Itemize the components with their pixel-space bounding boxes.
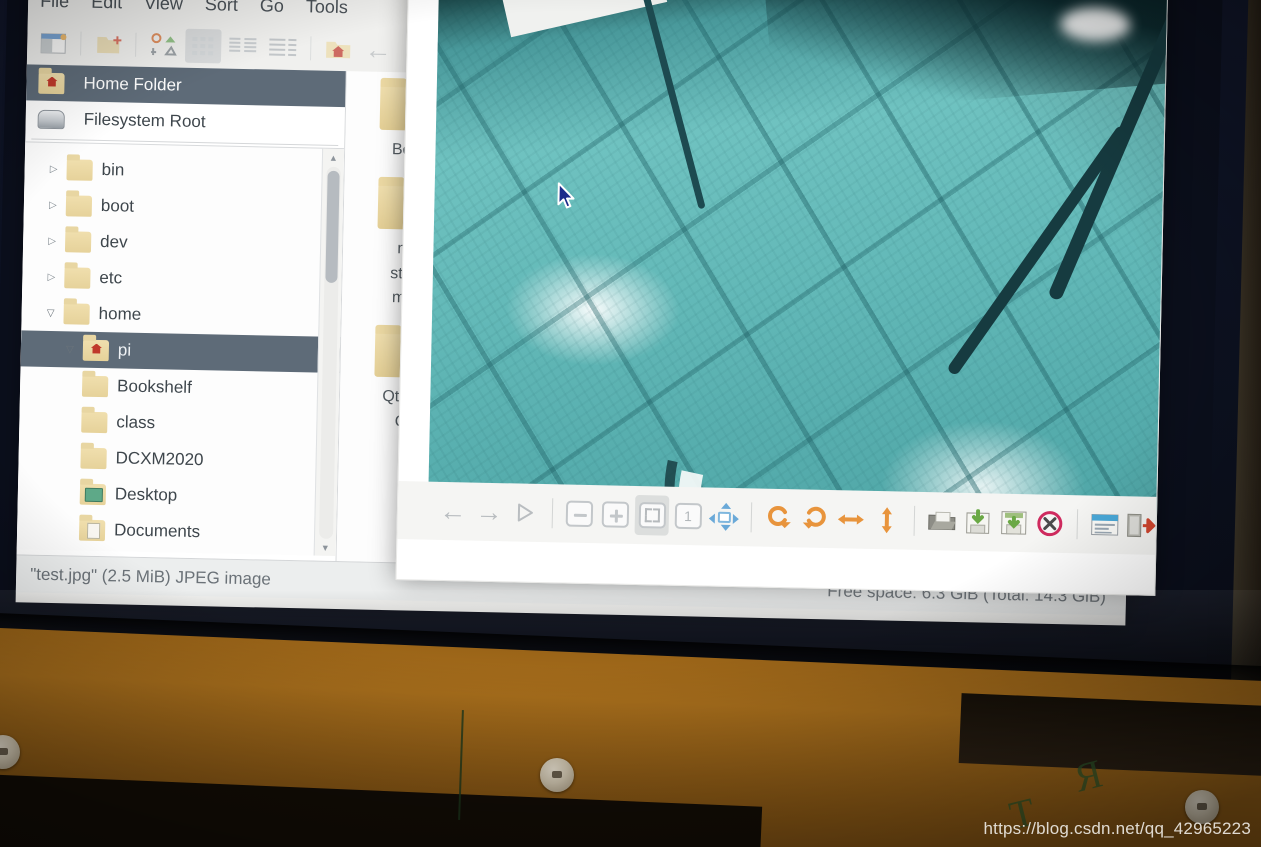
tree-item-label: bin [101,160,125,180]
sidebar-item-label: Filesystem Root [83,109,206,132]
new-window-icon[interactable] [35,26,72,61]
tree-item-label: DCXM2020 [115,448,204,470]
menu-item-sort[interactable]: Sort [204,0,238,25]
toolbar-separator [135,32,137,57]
sidebar-item-filesystem-root[interactable]: Filesystem Root [25,100,345,143]
chevron-down-icon[interactable]: ▽ [57,344,83,356]
detailed-list-view-icon[interactable] [265,30,302,65]
menu-item-edit[interactable]: Edit [91,0,122,22]
sidebar-item-label: Home Folder [83,73,182,95]
status-selection-text: "test.jpg" (2.5 MiB) JPEG image [29,564,272,589]
drive-icon [37,109,65,129]
tree-item-label: pi [117,340,132,360]
tree-item-label: etc [99,267,123,288]
toolbar-separator [913,505,916,536]
rotate-right-icon[interactable] [797,498,832,539]
screw-head [540,758,574,792]
toolbar-separator [551,498,554,529]
tree-item-label: Documents [113,520,201,542]
compact-view-icon[interactable] [225,30,262,65]
folder-icon [66,158,93,181]
new-folder-icon[interactable] [90,27,127,62]
flip-horizontal-icon[interactable] [833,499,868,540]
zoom-out-icon[interactable] [562,493,597,534]
menu-item-view[interactable]: View [144,0,183,24]
icon-options-icon[interactable] [145,28,182,63]
home-folder-icon[interactable] [320,32,357,67]
tree-item-label: home [98,303,142,324]
toolbar-separator [750,502,753,533]
scrollbar-thumb[interactable] [325,170,340,283]
toolbar-separator [310,36,312,61]
previous-image-icon[interactable]: ← [436,491,471,532]
chevron-right-icon[interactable]: ▷ [40,199,66,211]
scroll-up-icon[interactable]: ▲ [323,149,344,167]
menu-item-tools[interactable]: Tools [305,0,348,27]
watermark-text: https://blog.csdn.net/qq_42965223 [983,819,1251,838]
tree-item-label: class [116,412,156,433]
flip-vertical-icon[interactable] [869,500,904,541]
folder-icon [80,447,107,469]
back-arrow-icon[interactable]: ← [360,32,397,67]
image-viewer-window: ← → 1 [395,0,1169,596]
home-folder-icon [82,339,110,361]
chevron-right-icon[interactable]: ▷ [39,235,65,247]
tree-item-documents[interactable]: Documents [17,510,337,553]
documents-folder-icon [78,519,106,541]
open-file-icon[interactable] [924,501,959,542]
image-canvas[interactable] [427,0,1169,529]
places-list: Home Folder Filesystem Root [25,64,346,146]
quit-icon[interactable] [1123,505,1158,546]
desk-gap [958,693,1261,777]
folder-icon [64,230,92,253]
save-as-icon[interactable] [996,503,1031,544]
home-folder-icon [38,72,65,94]
rotate-left-icon[interactable] [761,498,796,539]
directory-tree: ▷ bin ▷ boot ▷ dev ▷ etc ▽ home ▽ pi Boo… [16,141,345,557]
menu-item-go[interactable]: Go [259,0,284,26]
desktop-folder-icon [79,483,107,505]
chevron-right-icon[interactable]: ▷ [41,163,67,175]
toolbar-separator [80,31,82,56]
screenshot-root: File Edit View Sort Go Tools ← Home Fold… [0,0,1261,847]
folder-icon [81,411,108,433]
folder-icon [64,266,91,289]
fit-to-window-icon[interactable] [634,494,670,536]
actual-size-icon[interactable]: 1 [671,496,706,537]
menu-item-file[interactable]: File [40,0,69,21]
tree-item-label: Bookshelf [116,376,192,397]
tree-item-label: dev [99,232,128,252]
folder-icon [81,375,109,397]
tree-item-label: Desktop [114,484,178,505]
folder-icon [65,194,93,217]
preferences-icon[interactable] [1087,504,1122,545]
tree-item-label: boot [100,196,135,216]
next-image-icon[interactable]: → [472,492,507,533]
pan-move-icon[interactable] [707,496,742,537]
chevron-right-icon[interactable]: ▷ [38,271,64,283]
save-file-icon[interactable] [960,502,995,543]
slideshow-play-icon[interactable] [508,492,543,533]
zoom-in-icon[interactable] [598,494,633,535]
scroll-down-icon[interactable]: ▼ [315,539,336,556]
folder-icon [63,302,90,325]
sidebar: Home Folder Filesystem Root ▷ bin ▷ boot… [16,64,347,562]
toolbar-separator [1076,509,1079,540]
chevron-down-icon[interactable]: ▽ [38,307,64,319]
icon-view-icon[interactable] [184,28,222,64]
delete-file-icon[interactable] [1032,503,1067,544]
